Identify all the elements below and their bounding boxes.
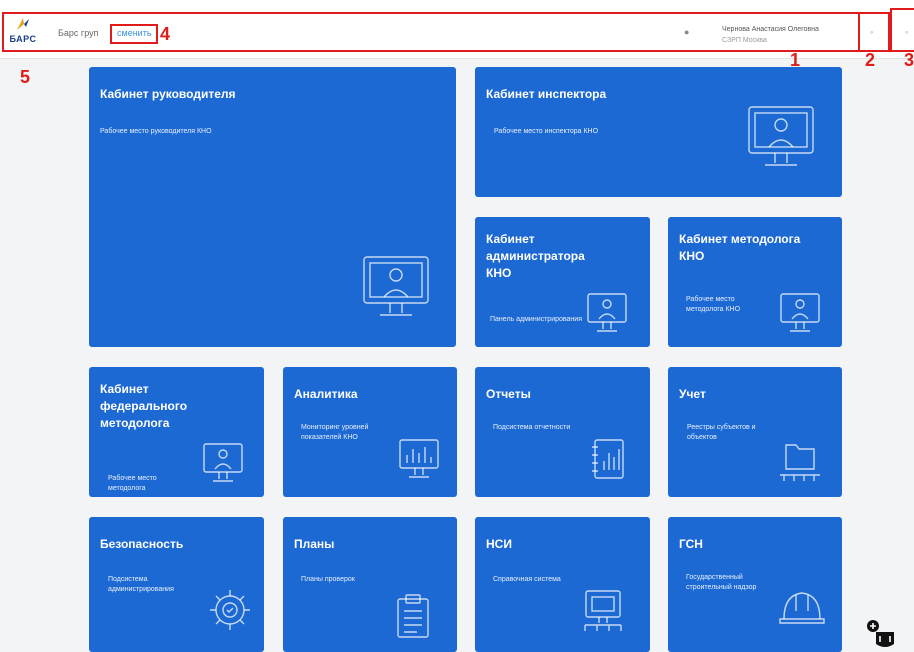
hard-hat-icon [779, 592, 825, 624]
monitor-person-icon [203, 443, 243, 482]
tile-manager-cabinet[interactable]: Кабинет руководителя Рабочее место руков… [89, 67, 456, 347]
tile-reports[interactable]: Отчеты Подсистема отчетности [475, 367, 650, 497]
tile-title: Безопасность [100, 537, 184, 551]
tile-title: Учет [679, 387, 706, 401]
tile-analytics[interactable]: Аналитика Мониторинг уровней показателей… [283, 367, 457, 497]
marker-2: 2 [865, 50, 876, 70]
helper-widget-icon[interactable] [864, 618, 896, 650]
tile-description: Рабочее место инспектора КНО [494, 128, 599, 135]
tile-title: Аналитика [294, 387, 358, 401]
tile-title: Планы [294, 537, 335, 551]
tile-state-construction-supervision[interactable]: ГСН Государственный строительный надзор [668, 517, 842, 652]
annotation-frame-4 [110, 24, 158, 44]
tile-title: Кабинет инспектора [486, 87, 607, 101]
tile-description: Панель администрирования [490, 316, 582, 323]
monitor-person-icon [748, 106, 814, 166]
tile-description: Реестры субъектов и объектов [687, 424, 756, 441]
tile-description: Мониторинг уровней показателей КНО [301, 424, 369, 441]
tile-accounting[interactable]: Учет Реестры субъектов и объектов [668, 367, 842, 497]
tile-reference-system[interactable]: НСИ Справочная система [475, 517, 650, 652]
tile-description: Государственный строительный надзор [686, 574, 757, 591]
tile-title: НСИ [486, 537, 512, 551]
monitor-person-icon [587, 293, 627, 332]
monitor-person-icon [780, 293, 820, 332]
tile-plans[interactable]: Планы Планы проверок [283, 517, 457, 652]
tile-description: Рабочее место методолога КНО [686, 296, 741, 313]
tile-title: Кабинет федерального методолога [100, 382, 188, 430]
reference-monitor-icon [584, 590, 622, 631]
tile-description: Рабочее место методолога [108, 475, 157, 492]
marker-4: 4 [160, 24, 171, 44]
tile-description: Справочная система [493, 576, 561, 583]
tile-administrator-cabinet[interactable]: Кабинет администратора КНО Панель админи… [475, 217, 650, 347]
clipboard-icon [397, 594, 429, 638]
tile-title: Кабинет руководителя [100, 87, 236, 101]
tile-title: Кабинет методолога КНО [679, 232, 801, 263]
annotation-frame-2 [858, 12, 890, 52]
monitor-person-icon [363, 256, 429, 316]
analytics-monitor-icon [399, 439, 439, 478]
marker-5: 5 [20, 67, 31, 87]
annotation-frame-3 [890, 8, 914, 52]
tile-description: Подсистема администрирования [108, 576, 174, 593]
tile-title: Отчеты [486, 387, 531, 401]
tile-title: Кабинет администратора КНО [486, 232, 585, 280]
registry-folder-icon [780, 444, 820, 481]
tile-security[interactable]: Безопасность Подсистема администрировани… [89, 517, 264, 652]
marker-3: 3 [904, 50, 914, 70]
tile-federal-methodologist-cabinet[interactable]: Кабинет федерального методолога Рабочее … [89, 367, 264, 497]
tile-methodologist-cabinet[interactable]: Кабинет методолога КНО Рабочее место мет… [668, 217, 842, 347]
tile-inspector-cabinet[interactable]: Кабинет инспектора Рабочее место инспект… [475, 67, 842, 197]
security-gear-icon [210, 590, 250, 630]
tile-description: Рабочее место руководителя КНО [100, 128, 212, 135]
tile-title: ГСН [679, 537, 703, 551]
report-notebook-icon [592, 439, 624, 479]
tile-description: Подсистема отчетности [493, 424, 571, 431]
tile-description: Планы проверок [301, 576, 355, 583]
